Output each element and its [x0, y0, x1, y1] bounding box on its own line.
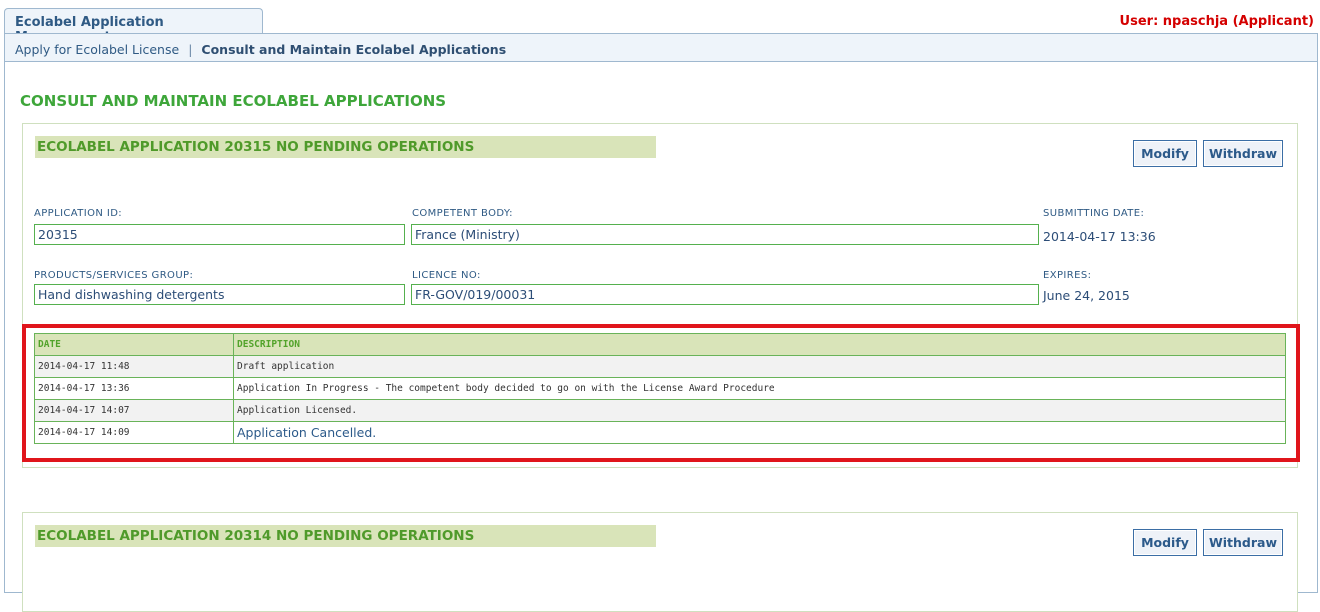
withdraw-button[interactable]: Withdraw	[1203, 140, 1283, 167]
page-title: CONSULT AND MAINTAIN ECOLABEL APPLICATIO…	[20, 92, 447, 110]
application-heading: ECOLABEL APPLICATION 20315 NO PENDING OP…	[35, 136, 656, 158]
application-heading: ECOLABEL APPLICATION 20314 NO PENDING OP…	[35, 525, 656, 547]
highlight-box	[22, 324, 1300, 462]
submitting-date-value: 2014-04-17 13:36	[1043, 229, 1156, 244]
consult-maintain-link[interactable]: Consult and Maintain Ecolabel Applicatio…	[201, 42, 506, 57]
sub-navigation: Apply for Ecolabel License | Consult and M…	[5, 34, 1317, 62]
application-panel: ECOLABEL APPLICATION 20314 NO PENDING OP…	[22, 512, 1298, 612]
expires-label: EXPIRES:	[1043, 270, 1092, 281]
competent-body-label: COMPETENT BODY:	[412, 208, 513, 219]
tab-ecolabel-application-management[interactable]: Ecolabel Application Management	[4, 8, 263, 45]
top-tab-bar: Ecolabel Application Management User: np…	[0, 0, 1320, 45]
application-id-label: APPLICATION ID:	[34, 208, 123, 219]
modify-button[interactable]: Modify	[1133, 140, 1197, 167]
application-id-field: 20315	[34, 224, 405, 245]
licence-no-label: LICENCE NO:	[412, 270, 481, 281]
modify-button[interactable]: Modify	[1133, 529, 1197, 556]
licence-no-field: FR-GOV/019/00031	[411, 284, 1039, 305]
expires-value: June 24, 2015	[1043, 288, 1130, 303]
competent-body-field: France (Ministry)	[411, 224, 1039, 245]
products-group-field: Hand dishwashing detergents	[34, 284, 405, 305]
apply-license-link[interactable]: Apply for Ecolabel License	[15, 42, 179, 57]
nav-separator: |	[188, 42, 193, 57]
withdraw-button[interactable]: Withdraw	[1203, 529, 1283, 556]
submitting-date-label: SUBMITTING DATE:	[1043, 208, 1145, 219]
products-group-label: PRODUCTS/SERVICES GROUP:	[34, 270, 194, 281]
user-indicator: User: npaschja (Applicant)	[1119, 14, 1314, 29]
